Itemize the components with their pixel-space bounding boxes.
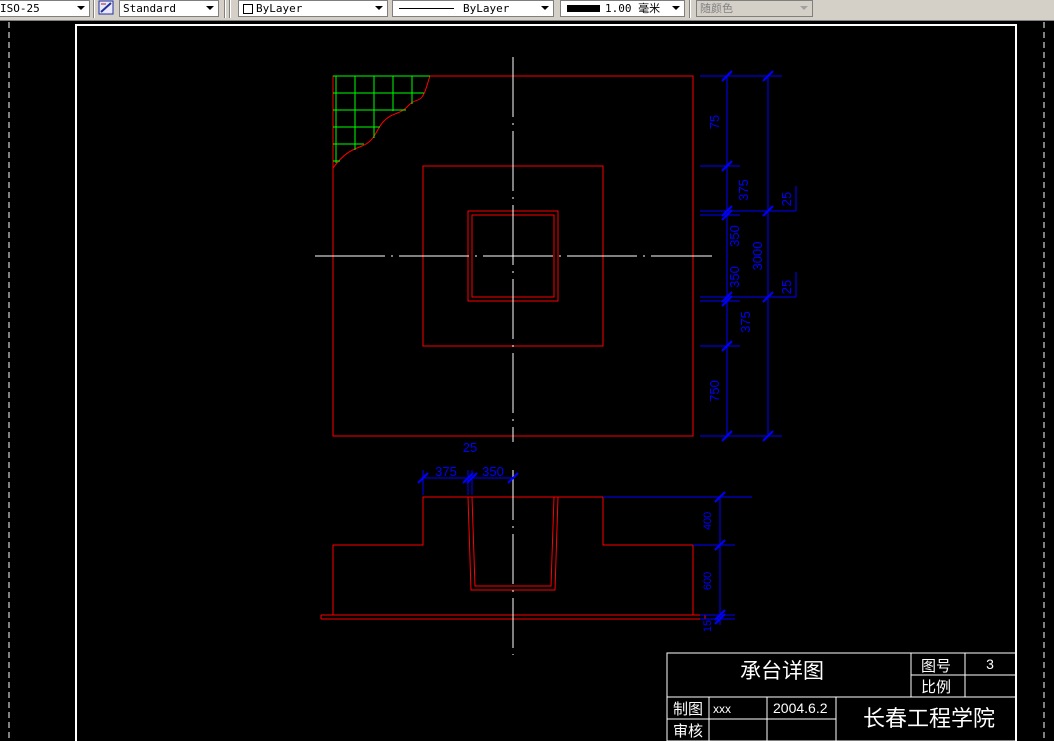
dim-style-select[interactable]: Standard (119, 0, 219, 17)
dim-25-bottom: 25 (779, 280, 794, 294)
chevron-down-icon[interactable] (371, 1, 387, 16)
drawing-title: 承台详图 (740, 660, 824, 683)
drawn-by-value: xxx (713, 702, 731, 716)
dim-section-400: 400 (702, 512, 714, 530)
properties-toolbar: ISO-25 Standard ByLayer ByLayer 1.00 毫米 … (0, 0, 1054, 21)
lineweight-select[interactable]: 1.00 毫米 (560, 0, 685, 17)
institution-name: 长春工程学院 (863, 706, 995, 731)
hatch-detail[interactable] (332, 75, 431, 169)
dim-section-375: 375 (435, 464, 457, 479)
chevron-down-icon[interactable] (73, 1, 89, 16)
break-line (332, 75, 431, 169)
chevron-down-icon[interactable] (668, 1, 684, 16)
dim-section-15: 15 (702, 620, 714, 632)
scale-label: 比例 (921, 679, 951, 696)
dim-style-value: Standard (123, 2, 176, 15)
chevron-down-icon (796, 1, 812, 16)
drawing-canvas[interactable]: 75 375 350 350 375 750 3000 25 25 25 375… (0, 20, 1054, 741)
dim-75: 75 (707, 115, 722, 129)
section-dimension-texts: 25 375 350 400 600 15 (435, 440, 714, 632)
text-style-select[interactable]: ISO-25 (0, 0, 90, 17)
dim-3000: 3000 (750, 242, 765, 271)
title-block-texts: 承台详图 图号 3 比例 制图 xxx 2004.6.2 审核 长春工程学院 (673, 656, 995, 740)
dim-section-25: 25 (463, 440, 477, 455)
plan-view (315, 57, 712, 442)
dim-section-600: 600 (702, 572, 714, 590)
text-style-value: ISO-25 (0, 2, 40, 15)
linetype-select[interactable]: ByLayer (392, 0, 554, 17)
dim-350-bottom: 350 (727, 266, 742, 288)
plot-style-value: 随颜色 (700, 2, 733, 15)
color-swatch-icon (243, 4, 253, 14)
section-view (320, 470, 706, 655)
toolbar-separator (689, 0, 691, 18)
linetype-sample (399, 8, 454, 9)
chevron-down-icon[interactable] (537, 1, 553, 16)
lineweight-value: 1.00 毫米 (605, 2, 661, 15)
reviewed-label: 审核 (673, 723, 703, 740)
plan-dimension-texts: 75 375 350 350 375 750 3000 25 25 (707, 115, 794, 402)
dim-375-bottom: 375 (738, 311, 753, 333)
section-dimensions (417, 470, 752, 625)
drawing-date: 2004.6.2 (773, 700, 828, 716)
plot-style-select: 随颜色 (696, 0, 813, 17)
toolbar-separator (229, 0, 231, 18)
lineweight-sample (567, 5, 600, 12)
linetype-value: ByLayer (463, 2, 510, 15)
dim-25-top: 25 (779, 192, 794, 206)
color-select[interactable]: ByLayer (238, 0, 388, 17)
dim-section-350: 350 (482, 464, 504, 479)
dimension-style-icon[interactable] (98, 0, 116, 16)
toolbar-separator (224, 0, 226, 18)
dim-375-top: 375 (736, 179, 751, 201)
hatch-grid (333, 75, 430, 163)
dim-350-top: 350 (727, 225, 742, 247)
paper-border (75, 24, 1017, 741)
color-value: ByLayer (256, 2, 303, 15)
drawn-by-label: 制图 (673, 701, 703, 718)
drawing-no-label: 图号 (921, 658, 951, 675)
chevron-down-icon[interactable] (202, 1, 218, 16)
drawing-no-value: 3 (986, 656, 994, 672)
dim-750: 750 (707, 380, 722, 402)
toolbar-separator (93, 0, 95, 18)
